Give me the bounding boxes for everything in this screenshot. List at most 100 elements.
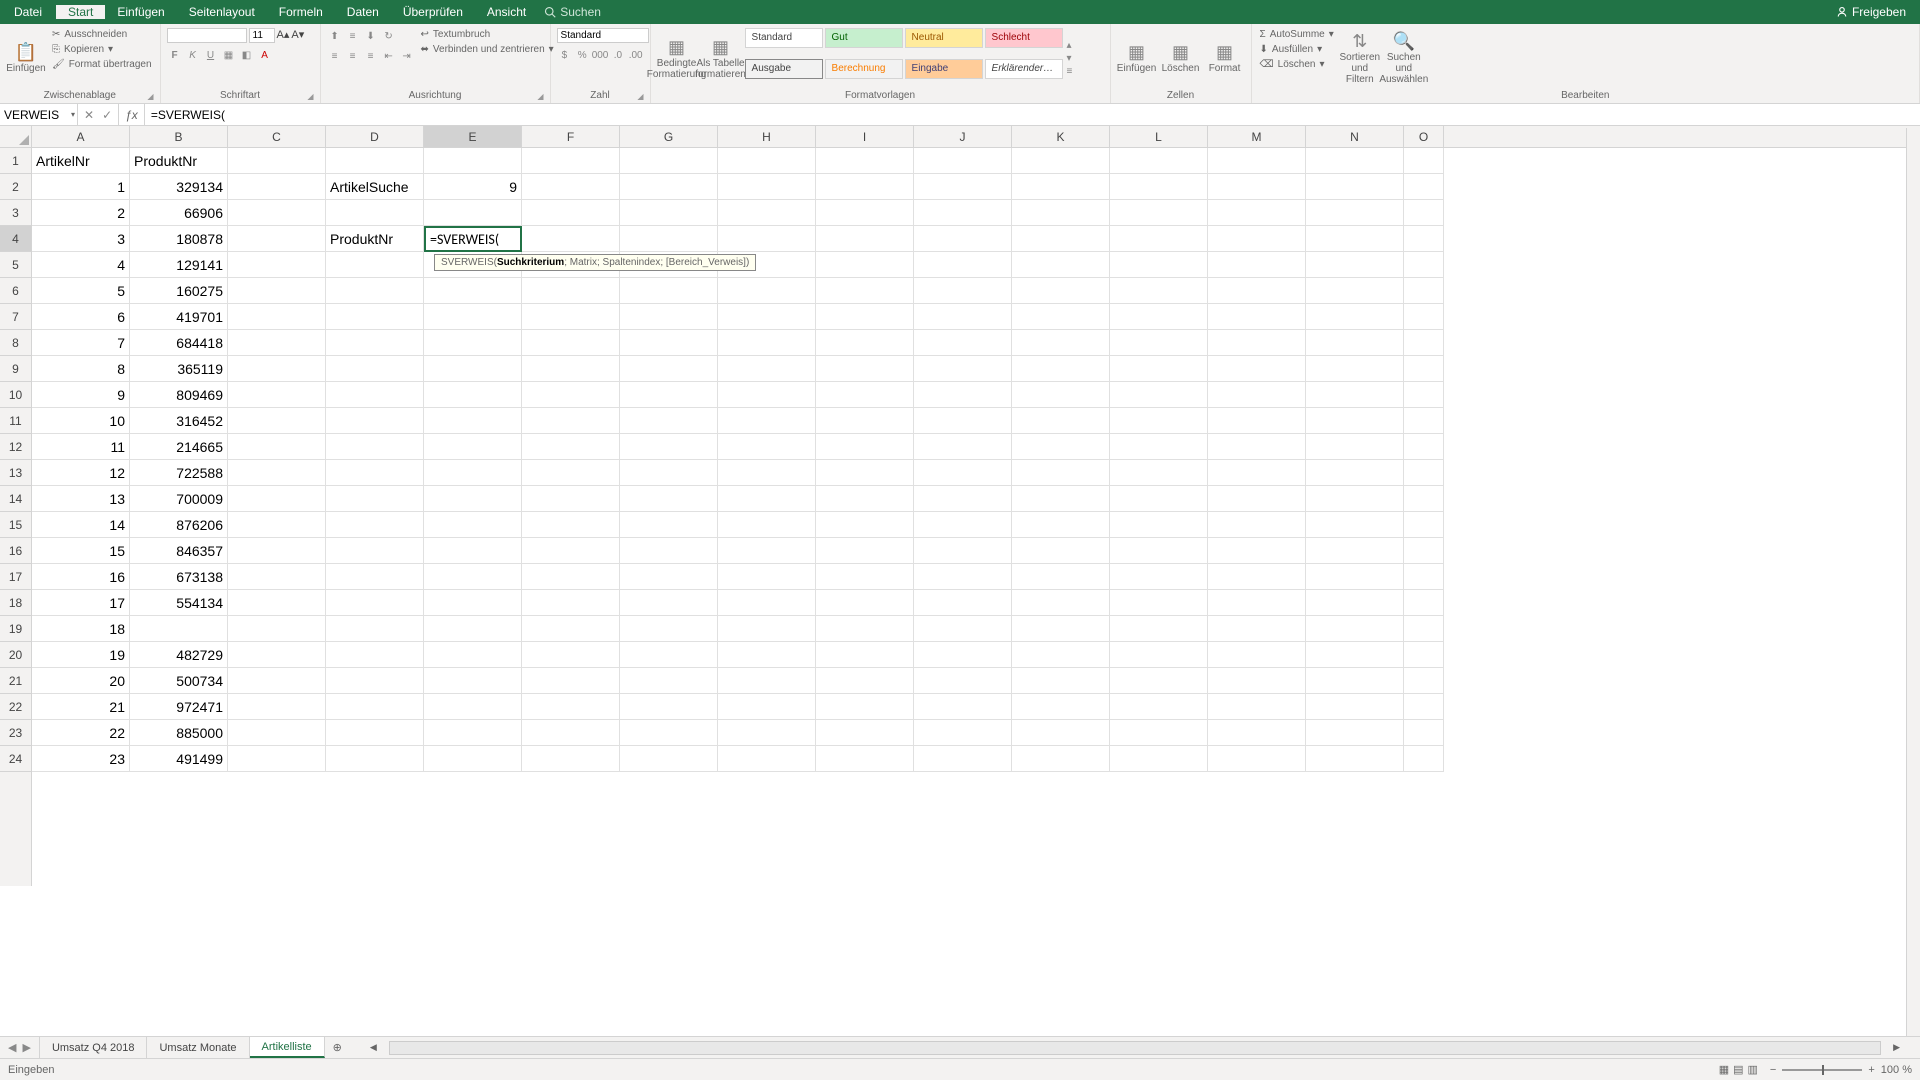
row-header-7[interactable]: 7: [0, 304, 31, 330]
column-header-L[interactable]: L: [1110, 126, 1208, 147]
cell-O1[interactable]: [1404, 148, 1444, 174]
cell-B6[interactable]: 160275: [130, 278, 228, 304]
cell-O3[interactable]: [1404, 200, 1444, 226]
cell-O19[interactable]: [1404, 616, 1444, 642]
cell-C3[interactable]: [228, 200, 326, 226]
cell-F12[interactable]: [522, 434, 620, 460]
cell-M18[interactable]: [1208, 590, 1306, 616]
column-header-O[interactable]: O: [1404, 126, 1444, 147]
delete-cells-button[interactable]: ▦Löschen: [1161, 28, 1201, 88]
row-header-1[interactable]: 1: [0, 148, 31, 174]
cell-A7[interactable]: 6: [32, 304, 130, 330]
autosum-button[interactable]: ΣAutoSumme ▾: [1258, 28, 1336, 41]
cell-G22[interactable]: [620, 694, 718, 720]
cell-K24[interactable]: [1012, 746, 1110, 772]
row-header-12[interactable]: 12: [0, 434, 31, 460]
cell-M3[interactable]: [1208, 200, 1306, 226]
cell-A9[interactable]: 8: [32, 356, 130, 382]
cell-F16[interactable]: [522, 538, 620, 564]
row-header-23[interactable]: 23: [0, 720, 31, 746]
cell-L13[interactable]: [1110, 460, 1208, 486]
cell-D15[interactable]: [326, 512, 424, 538]
cell-M4[interactable]: [1208, 226, 1306, 252]
cell-I3[interactable]: [816, 200, 914, 226]
cell-G3[interactable]: [620, 200, 718, 226]
cell-O24[interactable]: [1404, 746, 1444, 772]
share-button[interactable]: Freigeben: [1836, 5, 1906, 19]
confirm-formula-button[interactable]: ✓: [102, 108, 112, 122]
clear-button[interactable]: ⌫Löschen ▾: [1258, 58, 1336, 71]
merge-button[interactable]: ⬌Verbinden und zentrieren ▾: [419, 43, 556, 56]
cell-K4[interactable]: [1012, 226, 1110, 252]
cell-D14[interactable]: [326, 486, 424, 512]
cell-E14[interactable]: [424, 486, 522, 512]
cell-C17[interactable]: [228, 564, 326, 590]
cell-G8[interactable]: [620, 330, 718, 356]
row-header-14[interactable]: 14: [0, 486, 31, 512]
cell-L14[interactable]: [1110, 486, 1208, 512]
cell-N2[interactable]: [1306, 174, 1404, 200]
column-header-F[interactable]: F: [522, 126, 620, 147]
cell-E6[interactable]: [424, 278, 522, 304]
cell-N12[interactable]: [1306, 434, 1404, 460]
cell-N19[interactable]: [1306, 616, 1404, 642]
cell-M22[interactable]: [1208, 694, 1306, 720]
sheet-tab-artikelliste[interactable]: Artikelliste: [250, 1037, 325, 1058]
cell-G13[interactable]: [620, 460, 718, 486]
cell-A11[interactable]: 10: [32, 408, 130, 434]
cell-C14[interactable]: [228, 486, 326, 512]
align-center-button[interactable]: ≡: [345, 48, 361, 64]
cell-E16[interactable]: [424, 538, 522, 564]
cell-O10[interactable]: [1404, 382, 1444, 408]
cell-D5[interactable]: [326, 252, 424, 278]
cell-K20[interactable]: [1012, 642, 1110, 668]
cell-B15[interactable]: 876206: [130, 512, 228, 538]
cell-C16[interactable]: [228, 538, 326, 564]
copy-button[interactable]: ⎘Kopieren ▾: [50, 43, 154, 56]
cell-C7[interactable]: [228, 304, 326, 330]
cell-L21[interactable]: [1110, 668, 1208, 694]
cell-H11[interactable]: [718, 408, 816, 434]
cell-E10[interactable]: [424, 382, 522, 408]
cell-I24[interactable]: [816, 746, 914, 772]
cell-K9[interactable]: [1012, 356, 1110, 382]
cell-M19[interactable]: [1208, 616, 1306, 642]
cell-I11[interactable]: [816, 408, 914, 434]
cell-H23[interactable]: [718, 720, 816, 746]
cell-L12[interactable]: [1110, 434, 1208, 460]
cell-B13[interactable]: 722588: [130, 460, 228, 486]
launcher-icon[interactable]: ◢: [307, 92, 313, 101]
cell-C9[interactable]: [228, 356, 326, 382]
cell-N8[interactable]: [1306, 330, 1404, 356]
cell-A3[interactable]: 2: [32, 200, 130, 226]
increase-font-button[interactable]: A▴: [277, 28, 290, 43]
cell-G17[interactable]: [620, 564, 718, 590]
cell-B22[interactable]: 972471: [130, 694, 228, 720]
cell-L3[interactable]: [1110, 200, 1208, 226]
cancel-formula-button[interactable]: ✕: [84, 108, 94, 122]
cell-K3[interactable]: [1012, 200, 1110, 226]
cell-E17[interactable]: [424, 564, 522, 590]
cell-C20[interactable]: [228, 642, 326, 668]
cell-F15[interactable]: [522, 512, 620, 538]
cell-O6[interactable]: [1404, 278, 1444, 304]
ribbon-tab-überprüfen[interactable]: Überprüfen: [391, 5, 475, 19]
cell-D20[interactable]: [326, 642, 424, 668]
cell-C18[interactable]: [228, 590, 326, 616]
cell-O17[interactable]: [1404, 564, 1444, 590]
border-button[interactable]: ▦: [221, 47, 237, 63]
cell-B8[interactable]: 684418: [130, 330, 228, 356]
cell-B2[interactable]: 329134: [130, 174, 228, 200]
cell-C11[interactable]: [228, 408, 326, 434]
cell-J6[interactable]: [914, 278, 1012, 304]
row-header-11[interactable]: 11: [0, 408, 31, 434]
cell-G15[interactable]: [620, 512, 718, 538]
cell-E11[interactable]: [424, 408, 522, 434]
cell-J4[interactable]: [914, 226, 1012, 252]
cell-J23[interactable]: [914, 720, 1012, 746]
cell-A5[interactable]: 4: [32, 252, 130, 278]
cell-I17[interactable]: [816, 564, 914, 590]
zoom-in-button[interactable]: +: [1868, 1064, 1874, 1076]
cell-F2[interactable]: [522, 174, 620, 200]
cell-F18[interactable]: [522, 590, 620, 616]
